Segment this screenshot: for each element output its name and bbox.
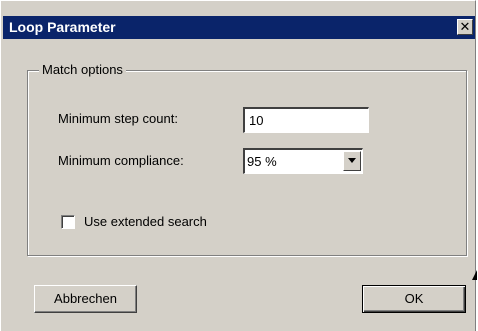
loop-parameter-dialog: Loop Parameter ✕ Match options Minimum s… <box>0 0 477 331</box>
match-options-legend: Match options <box>39 62 126 78</box>
min-step-count-label: Minimum step count: <box>58 111 178 126</box>
close-button[interactable]: ✕ <box>457 19 473 35</box>
ok-button[interactable]: OK <box>362 285 466 313</box>
min-step-count-value: 10 <box>249 113 264 128</box>
ok-button-label: OK <box>404 291 424 306</box>
close-icon: ✕ <box>459 19 471 34</box>
dropdown-arrow-button[interactable] <box>343 151 361 171</box>
min-compliance-label: Minimum compliance: <box>58 153 184 168</box>
min-step-count-input[interactable]: 10 <box>243 107 369 133</box>
dialog-title: Loop Parameter <box>9 19 116 35</box>
use-extended-search-checkbox[interactable] <box>61 215 75 229</box>
title-bar[interactable]: Loop Parameter ✕ <box>3 16 475 39</box>
cancel-button[interactable]: Abbrechen <box>34 285 137 313</box>
mouse-cursor-icon <box>472 270 477 280</box>
min-compliance-dropdown[interactable]: 95 % <box>243 148 363 174</box>
use-extended-search-label[interactable]: Use extended search <box>84 214 207 230</box>
cancel-button-label: Abbrechen <box>54 291 117 306</box>
chevron-down-icon <box>348 158 356 163</box>
min-compliance-value: 95 % <box>247 154 277 169</box>
